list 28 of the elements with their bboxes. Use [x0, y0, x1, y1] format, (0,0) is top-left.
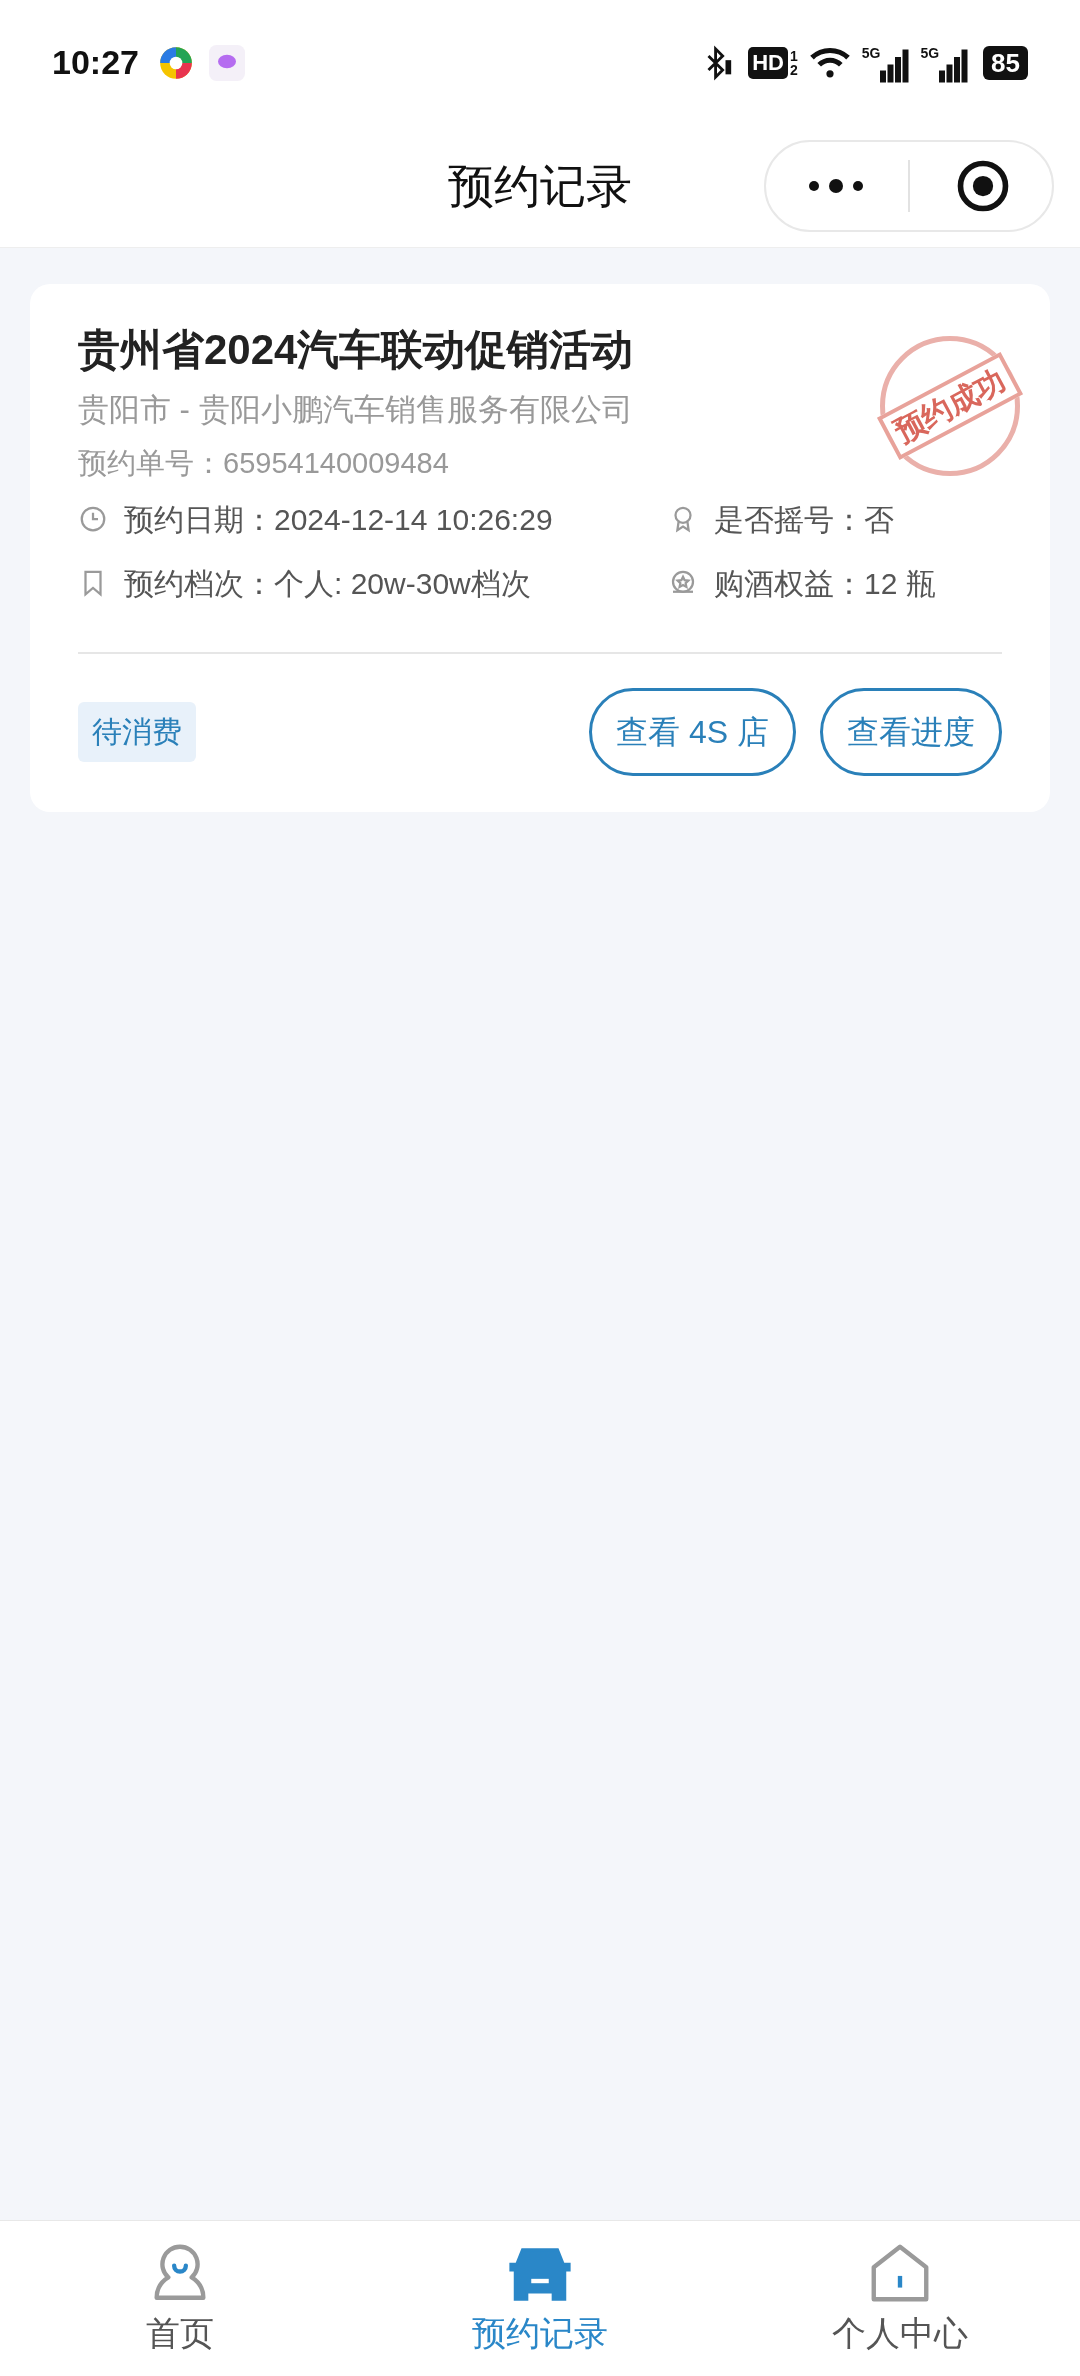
status-time: 10:27 — [52, 42, 139, 83]
tab-bar-item[interactable]: 个人中心 — [720, 2221, 1080, 2376]
clock-icon — [78, 504, 108, 534]
order-number: 预约单号：65954140009484 — [78, 446, 449, 481]
signal-icon — [939, 48, 970, 83]
detail-text: 购酒权益：12 瓶 — [714, 565, 936, 602]
success-stamp: 预约成功 — [880, 336, 1020, 476]
detail-text: 预约日期：2024-12-14 10:26:29 — [124, 501, 553, 538]
page-title: 预约记录 — [448, 158, 632, 214]
signal-icon — [880, 48, 911, 83]
chat-app-icon — [208, 44, 245, 81]
outline-button[interactable]: 查看进度 — [820, 688, 1002, 776]
sim-slot-number: 2 — [789, 62, 798, 77]
detail-text: 是否摇号：否 — [714, 501, 894, 538]
hd-badge: HD — [748, 46, 788, 79]
more-icon[interactable] — [806, 176, 866, 196]
dealer-name: 贵阳市 - 贵阳小鹏汽车销售服务有限公司 — [78, 391, 633, 429]
detail-text: 预约档次：个人: 20w-30w档次 — [124, 565, 531, 602]
network-label: 5G — [920, 43, 940, 63]
network-label: 5G — [861, 43, 881, 63]
battery-indicator: 85 — [983, 45, 1028, 80]
activity-title: 贵州省2024汽车联动促销活动 — [78, 325, 634, 375]
sim-slot-number: 1 — [789, 48, 798, 63]
close-target-icon[interactable] — [956, 159, 1010, 213]
outline-button[interactable]: 查看 4S 店 — [589, 688, 796, 776]
status-tag: 待消费 — [78, 702, 196, 762]
tab-bar-item[interactable]: 首页 — [0, 2221, 360, 2376]
tab-bar-item[interactable]: 预约记录 — [360, 2221, 720, 2376]
